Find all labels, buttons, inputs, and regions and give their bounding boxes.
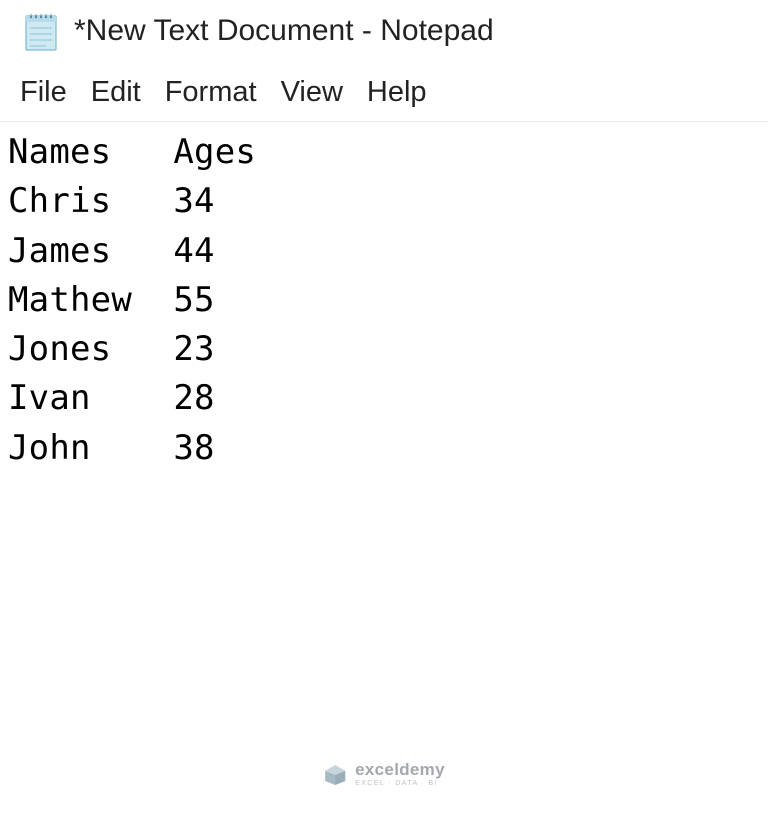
watermark: exceldemy EXCEL · DATA · BI	[323, 761, 445, 787]
notepad-icon	[22, 10, 60, 52]
menu-file[interactable]: File	[12, 74, 87, 111]
menu-help[interactable]: Help	[363, 74, 447, 111]
watermark-text: exceldemy EXCEL · DATA · BI	[355, 761, 445, 787]
text-line: Jones 23	[8, 325, 768, 374]
menu-edit[interactable]: Edit	[87, 74, 161, 111]
watermark-tagline: EXCEL · DATA · BI	[355, 780, 445, 787]
title-bar: *New Text Document - Notepad	[0, 0, 768, 60]
menu-format[interactable]: Format	[161, 74, 277, 111]
text-editor-area[interactable]: Names Ages Chris 34 James 44 Mathew 55 J…	[0, 122, 768, 473]
text-line: James 44	[8, 227, 768, 276]
window-title: *New Text Document - Notepad	[74, 14, 494, 48]
text-line: Names Ages	[8, 128, 768, 177]
text-line: Ivan 28	[8, 374, 768, 423]
watermark-name: exceldemy	[355, 761, 445, 778]
text-line: Chris 34	[8, 177, 768, 226]
menu-bar: File Edit Format View Help	[0, 60, 768, 122]
watermark-logo-icon	[323, 763, 347, 785]
text-line: John 38	[8, 424, 768, 473]
menu-view[interactable]: View	[277, 74, 363, 111]
text-line: Mathew 55	[8, 276, 768, 325]
